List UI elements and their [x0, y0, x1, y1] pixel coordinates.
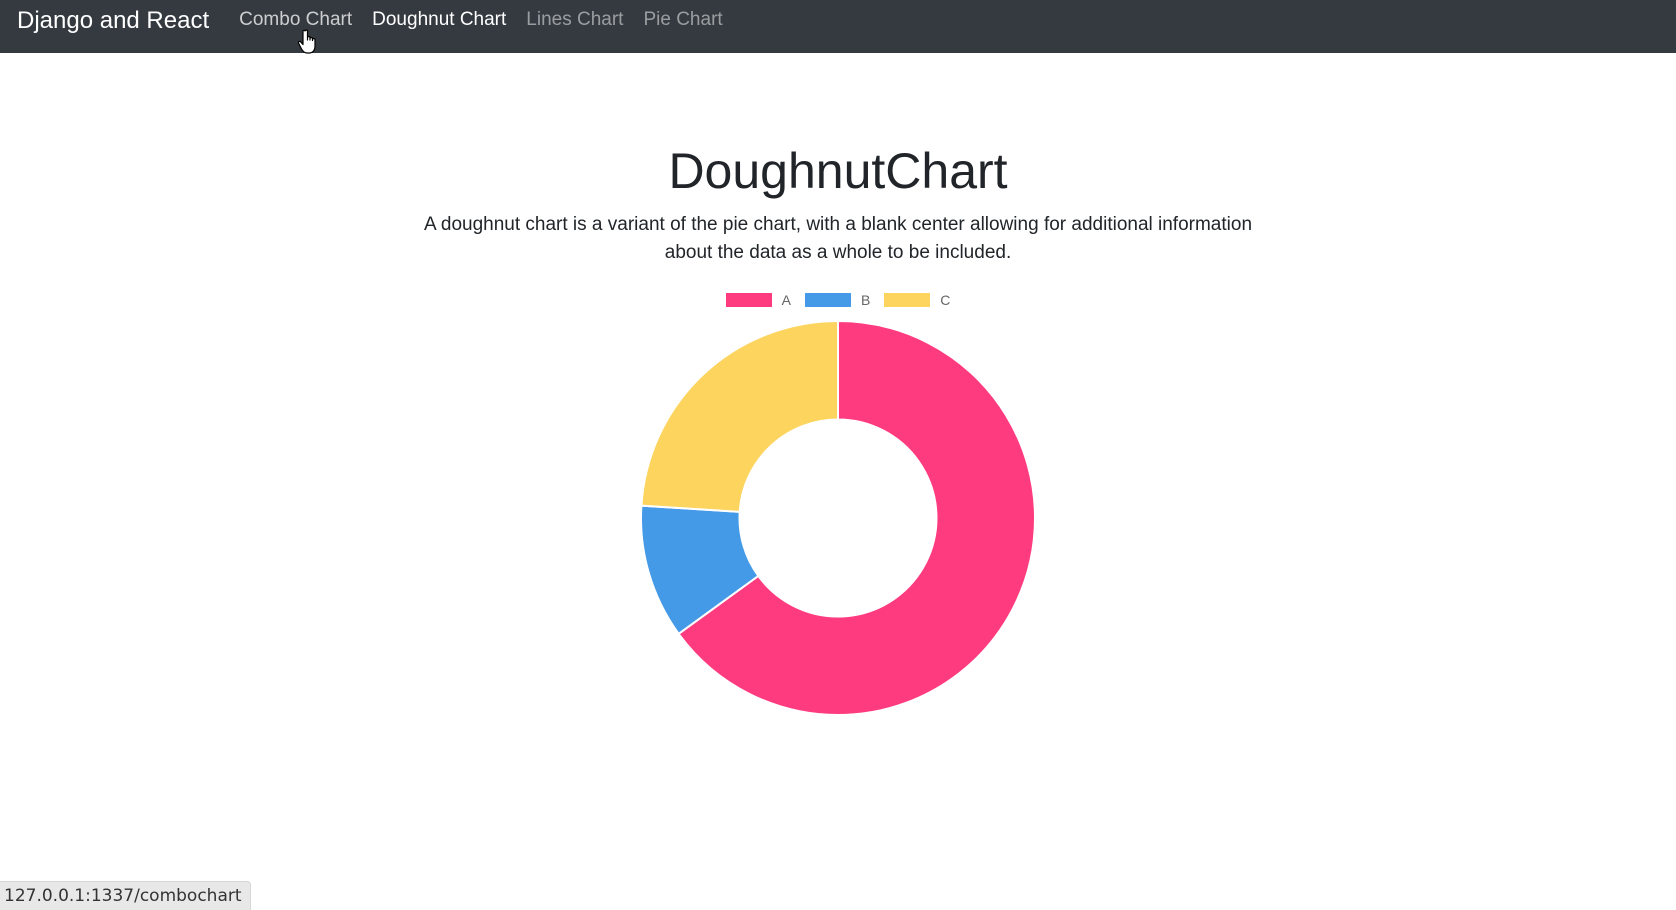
main-content: DoughnutChart A doughnut chart is a vari…: [0, 53, 1676, 267]
status-bar-url: 127.0.0.1:1337/combochart: [0, 881, 251, 910]
donut-svg: [640, 319, 1036, 716]
nav-link-pie-chart[interactable]: Pie Chart: [633, 9, 732, 31]
nav-link-doughnut-chart[interactable]: Doughnut Chart: [362, 9, 516, 31]
top-navbar: Django and React Combo Chart Doughnut Ch…: [0, 0, 1676, 53]
hand-pointer-icon: [297, 29, 316, 54]
doughnut-chart: A B C: [0, 280, 1676, 730]
page-title: DoughnutChart: [668, 143, 1008, 199]
nav-links: Combo Chart Doughnut Chart Lines Chart P…: [229, 0, 733, 31]
nav-link-lines-chart[interactable]: Lines Chart: [516, 9, 633, 31]
page-description: A doughnut chart is a variant of the pie…: [423, 214, 1253, 263]
nav-link-combo-chart[interactable]: Combo Chart: [229, 9, 362, 31]
donut-slice-c[interactable]: [640, 319, 839, 513]
brand-link[interactable]: Django and React: [0, 0, 209, 35]
